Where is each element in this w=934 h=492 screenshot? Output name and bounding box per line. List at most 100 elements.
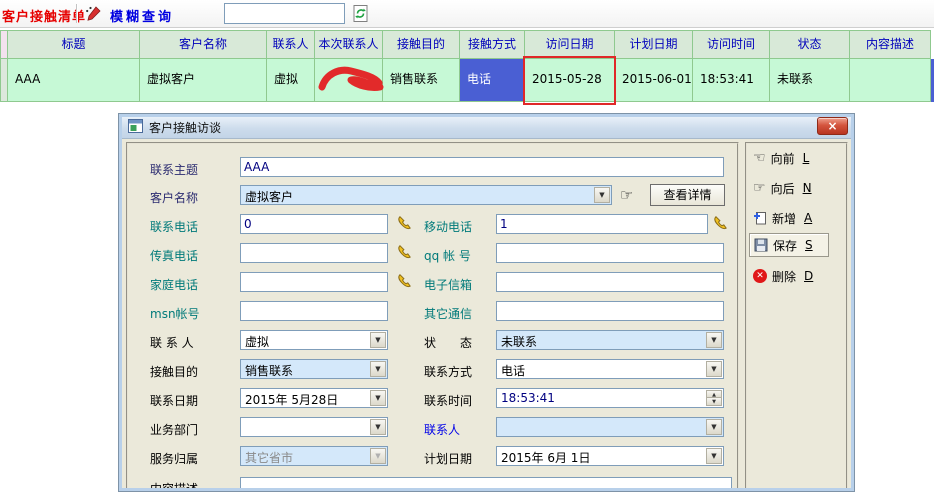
status-value: 未联系	[501, 333, 705, 350]
fax-phone-label: 传真电话	[150, 247, 198, 264]
qq-account-label: qq 帐 号	[424, 247, 471, 264]
chevron-down-icon[interactable]: ▼	[370, 361, 386, 377]
mobile-phone-label: 移动电话	[424, 218, 472, 235]
prev-button[interactable]: ☜ 向前L	[753, 148, 841, 168]
save-key: S	[805, 238, 813, 252]
col-header-purpose[interactable]: 接触目的	[383, 30, 460, 59]
purpose-combobox[interactable]: 销售联系 ▼	[240, 359, 388, 379]
home-phone-field[interactable]	[240, 272, 388, 292]
col-header-method[interactable]: 接触方式	[460, 30, 525, 59]
delete-key: D	[804, 269, 813, 283]
cell-customer[interactable]: 虚拟客户	[140, 59, 267, 102]
phone-icon[interactable]	[396, 244, 414, 262]
subject-field[interactable]	[240, 157, 724, 177]
plan-date-label: 计划日期	[424, 450, 472, 467]
spinner-down-icon[interactable]: ▼	[706, 397, 722, 406]
col-header-contact[interactable]: 联系人	[267, 30, 315, 59]
other-comm-field[interactable]	[496, 301, 724, 321]
save-button[interactable]: 保存 S	[749, 233, 829, 257]
fax-phone-field[interactable]	[240, 243, 388, 263]
dialog-title: 客户接触访谈	[149, 119, 221, 136]
business-dept-combobox[interactable]: ▼	[240, 417, 388, 437]
purpose-value: 销售联系	[245, 362, 369, 379]
table-row[interactable]: AAA 虚拟客户 虚拟 销售联系 电话 2015-05-28 2015-06-0…	[0, 59, 931, 102]
chevron-down-icon[interactable]: ▼	[370, 390, 386, 406]
phone-icon[interactable]	[396, 215, 414, 233]
fuzzy-query-label: 模糊查询	[110, 6, 174, 25]
top-toolbar: 客户接触清单 模糊查询	[0, 0, 934, 28]
col-header-title[interactable]: 标题	[8, 30, 140, 59]
col-header-status[interactable]: 状态	[770, 30, 850, 59]
col-header-visit-time[interactable]: 访问时间	[693, 30, 770, 59]
chevron-down-icon[interactable]: ▼	[370, 419, 386, 435]
edit-pen-icon[interactable]	[84, 5, 102, 23]
cell-visit-time[interactable]: 18:53:41	[693, 59, 770, 102]
chevron-down-icon[interactable]: ▼	[370, 332, 386, 348]
method-value: 电话	[501, 362, 705, 379]
contact-person2-combobox[interactable]: ▼	[496, 417, 724, 437]
chevron-down-icon[interactable]: ▼	[594, 187, 610, 203]
chevron-down-icon[interactable]: ▼	[706, 361, 722, 377]
email-field[interactable]	[496, 272, 724, 292]
next-button[interactable]: ☞ 向后N	[753, 178, 841, 198]
contact-interview-dialog: 客户接触访谈 × 联系主题 客户名称 虚拟客户 ▼ ☞ 查看详情 联系电话 移动…	[118, 113, 855, 492]
cell-visit-date[interactable]: 2015-05-28	[525, 59, 615, 102]
cell-method[interactable]: 电话	[460, 59, 525, 102]
delete-x-icon: ✕	[753, 269, 767, 283]
contact-date-picker[interactable]: 2015年 5月28日 ▼	[240, 388, 388, 408]
col-header-customer[interactable]: 客户名称	[140, 30, 267, 59]
cell-status[interactable]: 未联系	[770, 59, 850, 102]
phone-icon[interactable]	[396, 273, 414, 291]
cell-description[interactable]	[850, 59, 931, 102]
refresh-icon[interactable]	[351, 4, 370, 23]
dialog-titlebar[interactable]: 客户接触访谈 ×	[119, 114, 854, 139]
phone-icon[interactable]	[712, 215, 730, 233]
col-header-current-contact[interactable]: 本次联系人	[315, 30, 383, 59]
description-label: 内容描述	[150, 480, 198, 492]
add-button[interactable]: 新增A	[753, 208, 841, 228]
app-window: 客户接触清单 模糊查询 标题 客户名称 联系人 本次联系人 接触目的 接	[0, 0, 934, 492]
status-combobox[interactable]: 未联系 ▼	[496, 330, 724, 350]
view-details-button[interactable]: 查看详情	[650, 184, 725, 206]
msn-account-field[interactable]	[240, 301, 388, 321]
qq-account-field[interactable]	[496, 243, 724, 263]
col-header-plan-date[interactable]: 计划日期	[615, 30, 693, 59]
delete-label: 删除	[772, 268, 796, 285]
plan-date-picker[interactable]: 2015年 6月 1日 ▼	[496, 446, 724, 466]
contact-person2-label: 联系人	[424, 421, 460, 438]
method-label: 联系方式	[424, 363, 472, 380]
save-floppy-icon	[754, 238, 768, 252]
contact-time-spinner[interactable]: 18:53:41 ▲ ▼	[496, 388, 724, 408]
mobile-phone-field[interactable]	[496, 214, 708, 234]
delete-button[interactable]: ✕ 删除 D	[753, 266, 841, 286]
method-combobox[interactable]: 电话 ▼	[496, 359, 724, 379]
chevron-down-icon[interactable]: ▼	[706, 332, 722, 348]
chevron-down-icon[interactable]: ▼	[706, 419, 722, 435]
customer-name-combobox[interactable]: 虚拟客户 ▼	[240, 185, 612, 205]
col-header-visit-date[interactable]: 访问日期	[525, 30, 615, 59]
chevron-down-icon[interactable]: ▼	[706, 448, 722, 464]
pointing-hand-icon[interactable]: ☞	[620, 186, 633, 204]
home-phone-label: 家庭电话	[150, 276, 198, 293]
add-document-icon	[753, 211, 767, 225]
close-icon[interactable]: ×	[817, 117, 848, 135]
save-label: 保存	[773, 237, 797, 254]
contact-person-combobox[interactable]: 虚拟 ▼	[240, 330, 388, 350]
cell-purpose[interactable]: 销售联系	[383, 59, 460, 102]
toolbar-separator	[76, 4, 78, 23]
col-header-description[interactable]: 内容描述	[850, 30, 931, 59]
subject-label: 联系主题	[150, 161, 198, 178]
next-label: 向后	[771, 180, 795, 197]
cell-title[interactable]: AAA	[8, 59, 140, 102]
row-selector-cell[interactable]	[0, 59, 8, 102]
description-field[interactable]	[240, 477, 732, 492]
purpose-label: 接触目的	[150, 363, 198, 380]
contact-phone-field[interactable]	[240, 214, 388, 234]
service-region-value: 其它省市	[245, 449, 369, 466]
grid-header-row: 标题 客户名称 联系人 本次联系人 接触目的 接触方式 访问日期 计划日期 访问…	[0, 30, 931, 59]
service-region-combobox: 其它省市 ▼	[240, 446, 388, 466]
search-input[interactable]	[224, 3, 345, 24]
cell-plan-date[interactable]: 2015-06-01	[615, 59, 693, 102]
cell-contact[interactable]: 虚拟	[267, 59, 315, 102]
cell-current-contact[interactable]	[315, 59, 383, 102]
